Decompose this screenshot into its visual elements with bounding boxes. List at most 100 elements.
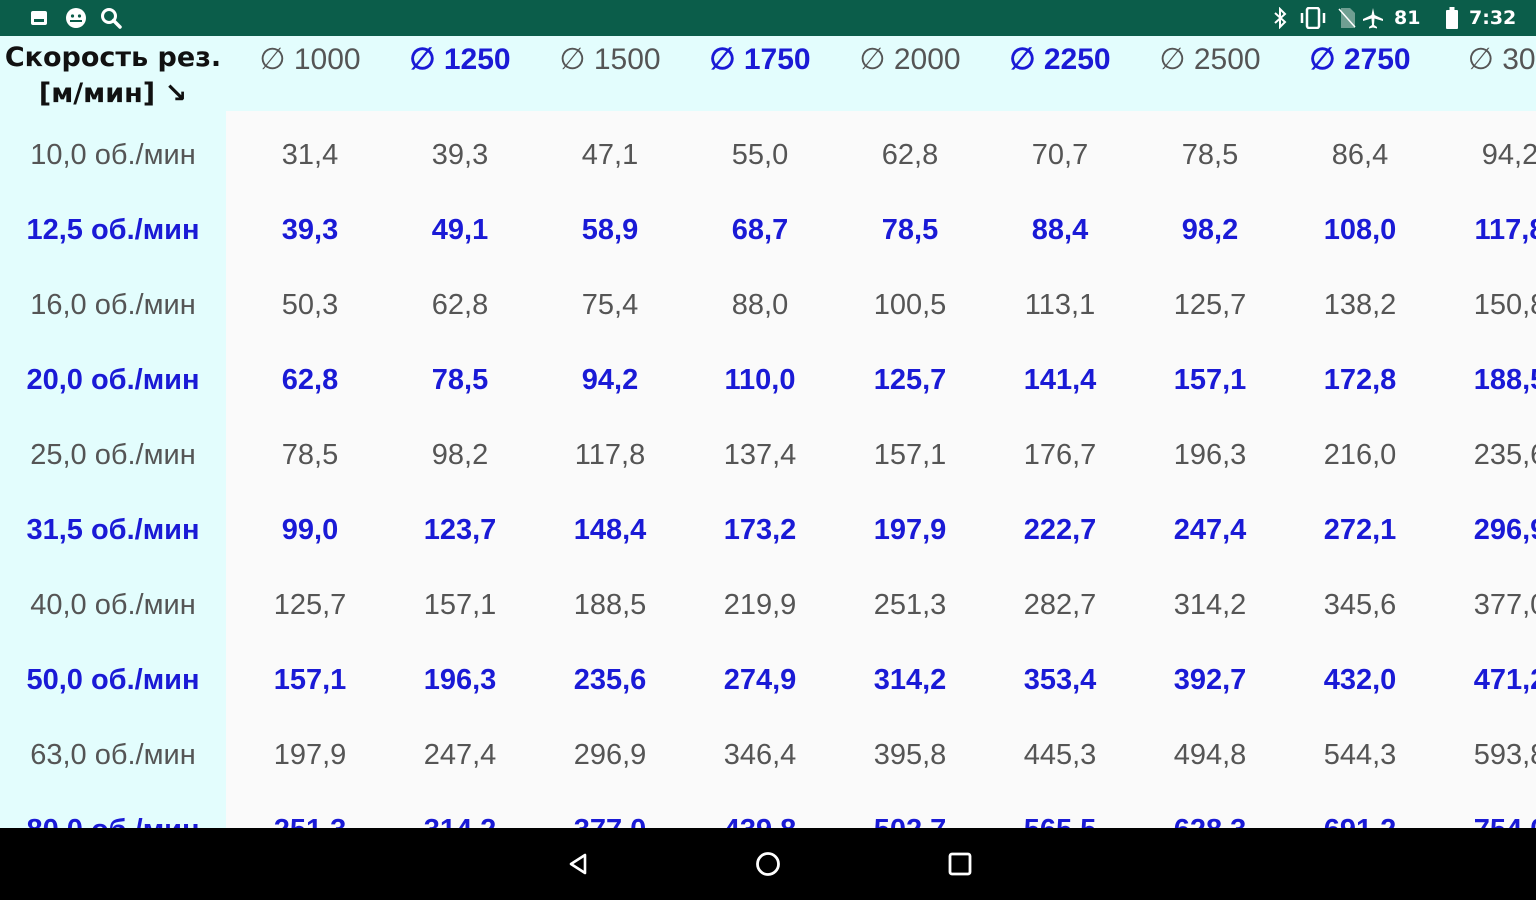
table-cell: 123,7 [423,514,497,546]
table-cell: 62,8 [881,139,939,171]
table-cell: 196,3 [423,664,497,696]
row-label[interactable]: 63,0 об./мин [0,718,226,793]
table-cell: 296,9 [1473,514,1536,546]
table-cell: 314,2 [873,664,947,696]
table-cell: 377,0 [535,793,685,828]
table-cell: 78,5 [881,214,939,246]
column-header[interactable]: ∅ 1250 [385,36,535,84]
table-cell: 176,7 [1023,439,1097,471]
table-cell: 432,0 [1323,664,1397,696]
table-cell: 247,4 [1173,514,1247,546]
table-cell: 99,0 [281,514,339,546]
row-label[interactable]: 80,0 об./мин [0,793,226,828]
table-cell: 251,3 [235,793,385,828]
table-cell: 471,2 [1473,664,1536,696]
row-label[interactable]: 16,0 об./мин [0,268,226,343]
table-cell: 395,8 [873,739,947,771]
table-cell: 628,3 [1135,793,1285,828]
table-cell: 272,1 [1323,514,1397,546]
table-cell: 62,8 [281,364,339,396]
table-cell: 117,8 [1474,214,1536,246]
table-cell: 47,1 [581,139,639,171]
table-cell: 593,8 [1473,739,1536,771]
row-label[interactable]: 12,5 об./мин [0,193,226,268]
speed-table[interactable]: Скорость рез. [м/мин] ↘ ∅ 1000 ∅ 1250 ∅ 15… [0,36,1536,828]
row-label[interactable]: 25,0 об./мин [0,418,226,493]
column-header[interactable]: ∅ 2500 [1135,36,1285,84]
navigation-bar [0,828,1536,900]
recents-icon[interactable] [940,846,980,882]
column-header[interactable]: ∅ 1000 [235,36,385,84]
table-cell: 58,9 [581,214,639,246]
table-cell: 94,2 [1481,139,1536,171]
column-header[interactable]: ∅ 1750 [685,36,835,84]
table-cell: 296,9 [573,739,647,771]
table-cell: 157,1 [873,439,947,471]
table-cell: 196,3 [1173,439,1247,471]
airplane-icon [1360,0,1386,36]
table-cell: 173,2 [723,514,797,546]
back-icon[interactable] [558,846,598,882]
column-header[interactable]: ∅ 2750 [1285,36,1435,84]
table-cell: 157,1 [1173,364,1247,396]
table-cell: 235,6 [1473,439,1536,471]
row-label[interactable]: 10,0 об./мин [0,118,226,193]
table-cell: 98,2 [1181,214,1239,246]
table-cell: 125,7 [873,364,947,396]
table-cell: 314,2 [1173,589,1247,621]
table-cell: 55,0 [731,139,789,171]
table-cell: 353,4 [1023,664,1097,696]
table-cell: 314,2 [385,793,535,828]
battery-percent: 81 % [1394,7,1421,65]
table-cell: 502,7 [835,793,985,828]
table-cell: 98,2 [431,439,489,471]
battery-icon [1444,0,1460,36]
table-cell: 148,4 [573,514,647,546]
column-header[interactable]: ∅ 2000 [835,36,985,84]
table-cell: 754,0 [1435,793,1536,828]
table-cell: 445,3 [1023,739,1097,771]
table-cell: 544,3 [1323,739,1397,771]
table-cell: 50,3 [281,289,339,321]
vibrate-icon [1298,0,1328,36]
row-label[interactable]: 31,5 об./мин [0,493,226,568]
clock: 7:32 [1469,7,1517,29]
status-bar: 81 % 7:32 [0,0,1536,65]
table-cell: 78,5 [281,439,339,471]
table-cell: 78,5 [431,364,489,396]
column-header[interactable]: ∅ 2250 [985,36,1135,84]
table-cell: 88,4 [1031,214,1089,246]
table-cell: 216,0 [1323,439,1397,471]
table-cell: 70,7 [1031,139,1089,171]
table-cell: 68,7 [731,214,789,246]
table-cell: 94,2 [581,364,639,396]
table-cell: 345,6 [1323,589,1397,621]
column-header[interactable]: ∅ 300 [1435,36,1536,84]
row-label[interactable]: 40,0 об./мин [0,568,226,643]
table-cell: 108,0 [1323,214,1397,246]
table-cell: 197,9 [873,514,947,546]
table-cell: 197,9 [273,739,347,771]
table-cell: 172,8 [1323,364,1397,396]
table-cell: 49,1 [431,214,489,246]
table-cell: 251,3 [873,589,947,621]
column-header[interactable]: ∅ 1500 [535,36,685,84]
table-cell: 377,0 [1473,589,1536,621]
table-cell: 100,5 [873,289,947,321]
table-cell: 39,3 [281,214,339,246]
search-icon [98,0,124,36]
table-cell: 125,7 [273,589,347,621]
home-icon[interactable] [748,846,788,882]
table-cell: 392,7 [1173,664,1247,696]
row-label[interactable]: 20,0 об./мин [0,343,226,418]
table-cell: 117,8 [574,439,646,471]
table-cell: 125,7 [1173,289,1247,321]
table-cell: 222,7 [1023,514,1097,546]
table-cell: 137,4 [723,439,797,471]
corner-title: Скорость рез. [4,42,222,73]
table-cell: 157,1 [273,664,347,696]
image-icon [28,0,50,36]
row-label[interactable]: 50,0 об./мин [0,643,226,718]
table-cell: 346,4 [723,739,797,771]
table-cell: 247,4 [423,739,497,771]
